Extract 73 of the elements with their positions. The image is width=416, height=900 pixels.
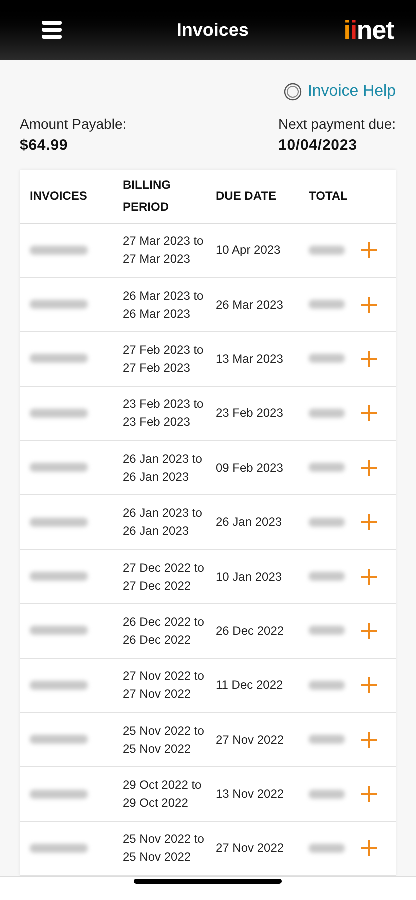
expand-plus-icon[interactable]: [361, 732, 377, 748]
due-value: 10/04/2023: [278, 136, 358, 156]
due-label: Next payment due:: [278, 115, 396, 134]
redacted-invoice-number: [30, 735, 88, 744]
expand-plus-icon[interactable]: [361, 242, 377, 258]
help-icon: [284, 83, 302, 101]
billing-period: 23 Feb 2023 to 23 Feb 2023: [123, 396, 205, 432]
redacted-total: [309, 735, 345, 744]
redacted-total: [309, 844, 345, 853]
due-date: 13 Mar 2023: [216, 350, 284, 368]
billing-period: 27 Feb 2023 to 27 Feb 2023: [123, 342, 205, 377]
billing-period: 25 Nov 2022 to 25 Nov 2022: [123, 722, 206, 758]
redacted-total: [309, 518, 345, 527]
billing-period: 26 Mar 2023 to 26 Mar 2023: [123, 288, 205, 323]
redacted-invoice-number: [30, 572, 88, 582]
redacted-total: [309, 408, 345, 418]
page-title: Invoices: [176, 18, 249, 42]
billing-period: 29 Oct 2022 to 29 Oct 2022: [123, 777, 203, 812]
billing-period: 27 Nov 2022 to 27 Nov 2022: [123, 668, 206, 704]
redacted-invoice-number: [30, 463, 88, 472]
redacted-total: [309, 300, 345, 310]
redacted-invoice-number: [30, 408, 88, 418]
column-header: BILLING PERIOD: [123, 177, 172, 216]
redacted-invoice-number: [30, 680, 88, 690]
due-date: 23 Feb 2023: [216, 405, 284, 422]
redacted-invoice-number: [30, 626, 88, 636]
menu-icon[interactable]: [42, 21, 62, 39]
due-date: 09 Feb 2023: [216, 460, 284, 477]
redacted-total: [309, 572, 345, 582]
billing-period: 26 Dec 2022 to 26 Dec 2022: [123, 614, 206, 649]
amount-label: Amount Payable:: [20, 115, 127, 134]
expand-plus-icon[interactable]: [361, 405, 377, 422]
expand-plus-icon[interactable]: [361, 296, 377, 313]
redacted-invoice-number: [30, 300, 88, 310]
redacted-total: [309, 790, 345, 799]
expand-plus-icon[interactable]: [361, 514, 377, 530]
expand-plus-icon[interactable]: [361, 622, 377, 639]
billing-period: 27 Dec 2022 to 27 Dec 2022: [123, 560, 206, 595]
expand-plus-icon[interactable]: [361, 350, 377, 367]
redacted-invoice-number: [30, 246, 88, 255]
expand-plus-icon[interactable]: [361, 786, 377, 802]
amount-value: $64.99: [20, 136, 70, 156]
redacted-total: [309, 354, 345, 364]
redacted-invoice-number: [30, 844, 88, 853]
due-date: 27 Nov 2022: [216, 732, 286, 749]
redacted-total: [309, 626, 345, 636]
billing-period: 25 Nov 2022 to 25 Nov 2022: [123, 831, 206, 866]
logo: iinet: [344, 17, 394, 43]
column-header: TOTAL: [309, 188, 349, 205]
redacted-total: [309, 680, 345, 690]
column-header: INVOICES: [30, 188, 88, 205]
billing-period: 26 Jan 2023 to 26 Jan 2023: [123, 505, 204, 540]
billing-period: 26 Jan 2023 to 26 Jan 2023: [123, 450, 204, 486]
due-date: 13 Nov 2022: [216, 786, 286, 804]
due-date: 27 Nov 2022: [216, 840, 286, 858]
expand-plus-icon[interactable]: [361, 840, 377, 856]
due-date: 10 Jan 2023: [216, 568, 284, 586]
due-date: 11 Dec 2022: [216, 677, 284, 694]
redacted-total: [309, 246, 345, 255]
redacted-invoice-number: [30, 518, 88, 527]
column-header: DUE DATE: [216, 188, 278, 205]
expand-plus-icon[interactable]: [361, 568, 377, 585]
invoice-help-link[interactable]: Invoice Help: [308, 80, 396, 104]
expand-plus-icon[interactable]: [361, 460, 377, 476]
due-date: 26 Mar 2023: [216, 296, 284, 314]
due-date: 10 Apr 2023: [216, 242, 282, 260]
redacted-total: [309, 463, 345, 472]
expand-plus-icon[interactable]: [361, 677, 377, 694]
due-date: 26 Jan 2023: [216, 514, 284, 532]
redacted-invoice-number: [30, 354, 88, 364]
redacted-invoice-number: [30, 790, 88, 799]
billing-period: 27 Mar 2023 to 27 Mar 2023: [123, 233, 205, 268]
due-date: 26 Dec 2022: [216, 622, 286, 640]
